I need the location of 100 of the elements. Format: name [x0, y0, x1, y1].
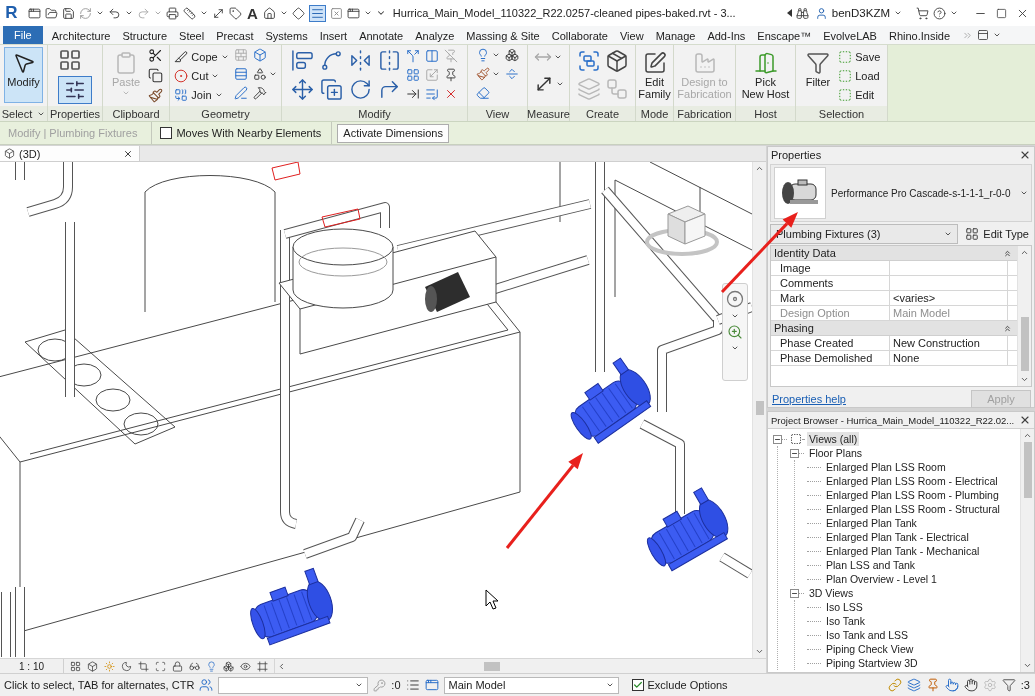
- ribbon-tab[interactable]: Analyze: [409, 26, 461, 44]
- selection-tool-button[interactable]: Save: [838, 48, 881, 66]
- selected-pump[interactable]: [250, 567, 333, 646]
- view-cube-icon[interactable]: [645, 205, 719, 256]
- tree-item[interactable]: Piping Check View: [824, 642, 916, 656]
- eraser-icon[interactable]: [476, 86, 490, 100]
- delete-icon[interactable]: [444, 87, 458, 101]
- property-value-field[interactable]: None: [890, 351, 1007, 365]
- tree-item[interactable]: Piping Startview 3D: [824, 656, 920, 670]
- instance-filter-dropdown[interactable]: Plumbing Fixtures (3): [770, 224, 959, 244]
- caret-icon[interactable]: [492, 70, 500, 78]
- caret-icon[interactable]: [200, 9, 208, 17]
- collapse-icon[interactable]: [790, 448, 799, 458]
- selected-pump[interactable]: [570, 357, 652, 444]
- columns-icon[interactable]: [425, 49, 439, 63]
- scroll-up-icon[interactable]: [1023, 431, 1032, 440]
- corner-arrow-icon[interactable]: [378, 78, 401, 101]
- hammer-icon[interactable]: [252, 86, 267, 100]
- caret-icon[interactable]: [950, 9, 958, 17]
- panel-menu-button[interactable]: Select: [0, 106, 47, 121]
- frame-icon[interactable]: [257, 660, 268, 672]
- ribbon-tab[interactable]: Collaborate: [545, 26, 614, 44]
- exclude-options-checkbox[interactable]: Exclude Options: [623, 674, 738, 696]
- ribbon-tab[interactable]: Architecture: [45, 26, 117, 44]
- tree-item[interactable]: Enlarged Plan LSS Room - Electrical: [824, 474, 1000, 488]
- dashed-bracket-icon[interactable]: [378, 49, 401, 72]
- grid-icon[interactable]: [58, 48, 82, 72]
- move-icon[interactable]: [291, 78, 314, 101]
- file-tab[interactable]: File: [3, 26, 43, 44]
- close-icon[interactable]: [1019, 414, 1031, 426]
- disc-icon[interactable]: [726, 290, 744, 308]
- moon-icon[interactable]: [121, 660, 132, 672]
- window-icon[interactable]: [346, 6, 360, 20]
- moves-with-nearby-checkbox[interactable]: Moves With Nearby Elements: [152, 122, 333, 144]
- ribbon-tab[interactable]: View: [614, 26, 650, 44]
- tree-item[interactable]: Enlarged Plan LSS Room - Plumbing: [824, 488, 1001, 502]
- collapse-icon[interactable]: [773, 434, 782, 444]
- tree-item[interactable]: Enlarged Plan LSS Room - Structural: [824, 502, 1002, 516]
- close-icon[interactable]: [1019, 149, 1031, 161]
- user-menu-button[interactable]: benD3KZM: [812, 6, 904, 20]
- edit-type-button[interactable]: Edit Type: [962, 224, 1032, 244]
- eye-icon[interactable]: [240, 660, 251, 672]
- design-option-dropdown[interactable]: Main Model: [443, 676, 619, 694]
- close-icon[interactable]: [123, 148, 133, 159]
- users-icon[interactable]: [199, 678, 214, 692]
- caret-icon[interactable]: [553, 53, 562, 61]
- mirror-icon[interactable]: [349, 49, 372, 72]
- triangle-left-icon[interactable]: [786, 9, 792, 17]
- checkbox-icon[interactable]: [631, 679, 644, 691]
- ribbon-tab[interactable]: Structure: [116, 26, 174, 44]
- scroll-down-icon[interactable]: [755, 647, 764, 656]
- vertical-scrollbar[interactable]: [752, 162, 766, 658]
- tree-item[interactable]: Enlarged Plan Tank - Electrical: [824, 530, 971, 544]
- ribbon-tab[interactable]: EvolveLAB: [817, 26, 883, 44]
- ribbon-tab[interactable]: Massing & Site: [460, 26, 546, 44]
- modify-button[interactable]: Modify: [4, 47, 43, 103]
- cube-icon[interactable]: [87, 660, 98, 672]
- scroll-left-icon[interactable]: [277, 661, 286, 671]
- tree-item[interactable]: Iso Tank: [824, 614, 867, 628]
- collapse-icon[interactable]: [790, 588, 799, 598]
- lock-icon[interactable]: [172, 660, 183, 672]
- customize-caret-icon[interactable]: [375, 8, 386, 18]
- filter-button[interactable]: Filter: [802, 47, 834, 103]
- scroll-up-icon[interactable]: [1020, 248, 1029, 257]
- paintbrush-icon[interactable]: [476, 67, 490, 81]
- package-icon[interactable]: [604, 49, 629, 73]
- grid-icon[interactable]: [406, 68, 420, 82]
- geometry-tool-button[interactable]: Join: [174, 86, 223, 104]
- window-icon[interactable]: [424, 678, 439, 692]
- tree-item[interactable]: Enlarged Plan Tank: [824, 516, 919, 530]
- filter-icon[interactable]: [1001, 678, 1016, 692]
- group-icon[interactable]: [576, 49, 601, 73]
- property-value-field[interactable]: <varies>: [890, 291, 1007, 305]
- tree-item[interactable]: Floor Plans: [807, 446, 865, 460]
- caret-icon[interactable]: [279, 9, 288, 17]
- tree-item[interactable]: Plan Overview - Level 1: [824, 572, 939, 586]
- properties-help-link[interactable]: Properties help: [772, 393, 846, 405]
- separator-icon[interactable]: [505, 67, 519, 81]
- boxes-icon[interactable]: [223, 660, 234, 672]
- app-logo[interactable]: R: [5, 3, 18, 23]
- open-folder-icon[interactable]: [45, 6, 58, 20]
- rotate-icon[interactable]: [349, 78, 372, 101]
- zoom-icon[interactable]: [727, 324, 743, 340]
- property-group-header[interactable]: Phasing: [771, 321, 1017, 336]
- scrollbar-thumb[interactable]: [1020, 317, 1029, 371]
- list-arrow-icon[interactable]: [425, 87, 439, 101]
- pen-icon[interactable]: [233, 86, 248, 100]
- geometry-tool-button[interactable]: Cope: [174, 48, 229, 66]
- tree-item[interactable]: 3D Views: [807, 586, 856, 600]
- square-x-icon[interactable]: [329, 6, 343, 20]
- curve-icon[interactable]: [320, 49, 343, 72]
- caret-icon[interactable]: [731, 312, 739, 320]
- paintbrush-icon[interactable]: [148, 88, 164, 103]
- rows-icon[interactable]: [233, 67, 248, 81]
- diamond-icon[interactable]: [291, 6, 305, 20]
- shapes-icon[interactable]: [252, 67, 267, 81]
- selection-tool-button[interactable]: Edit: [838, 86, 875, 104]
- caret-icon[interactable]: [363, 9, 372, 17]
- align-icon[interactable]: [291, 49, 314, 72]
- tree-item[interactable]: Iso LSS: [824, 600, 865, 614]
